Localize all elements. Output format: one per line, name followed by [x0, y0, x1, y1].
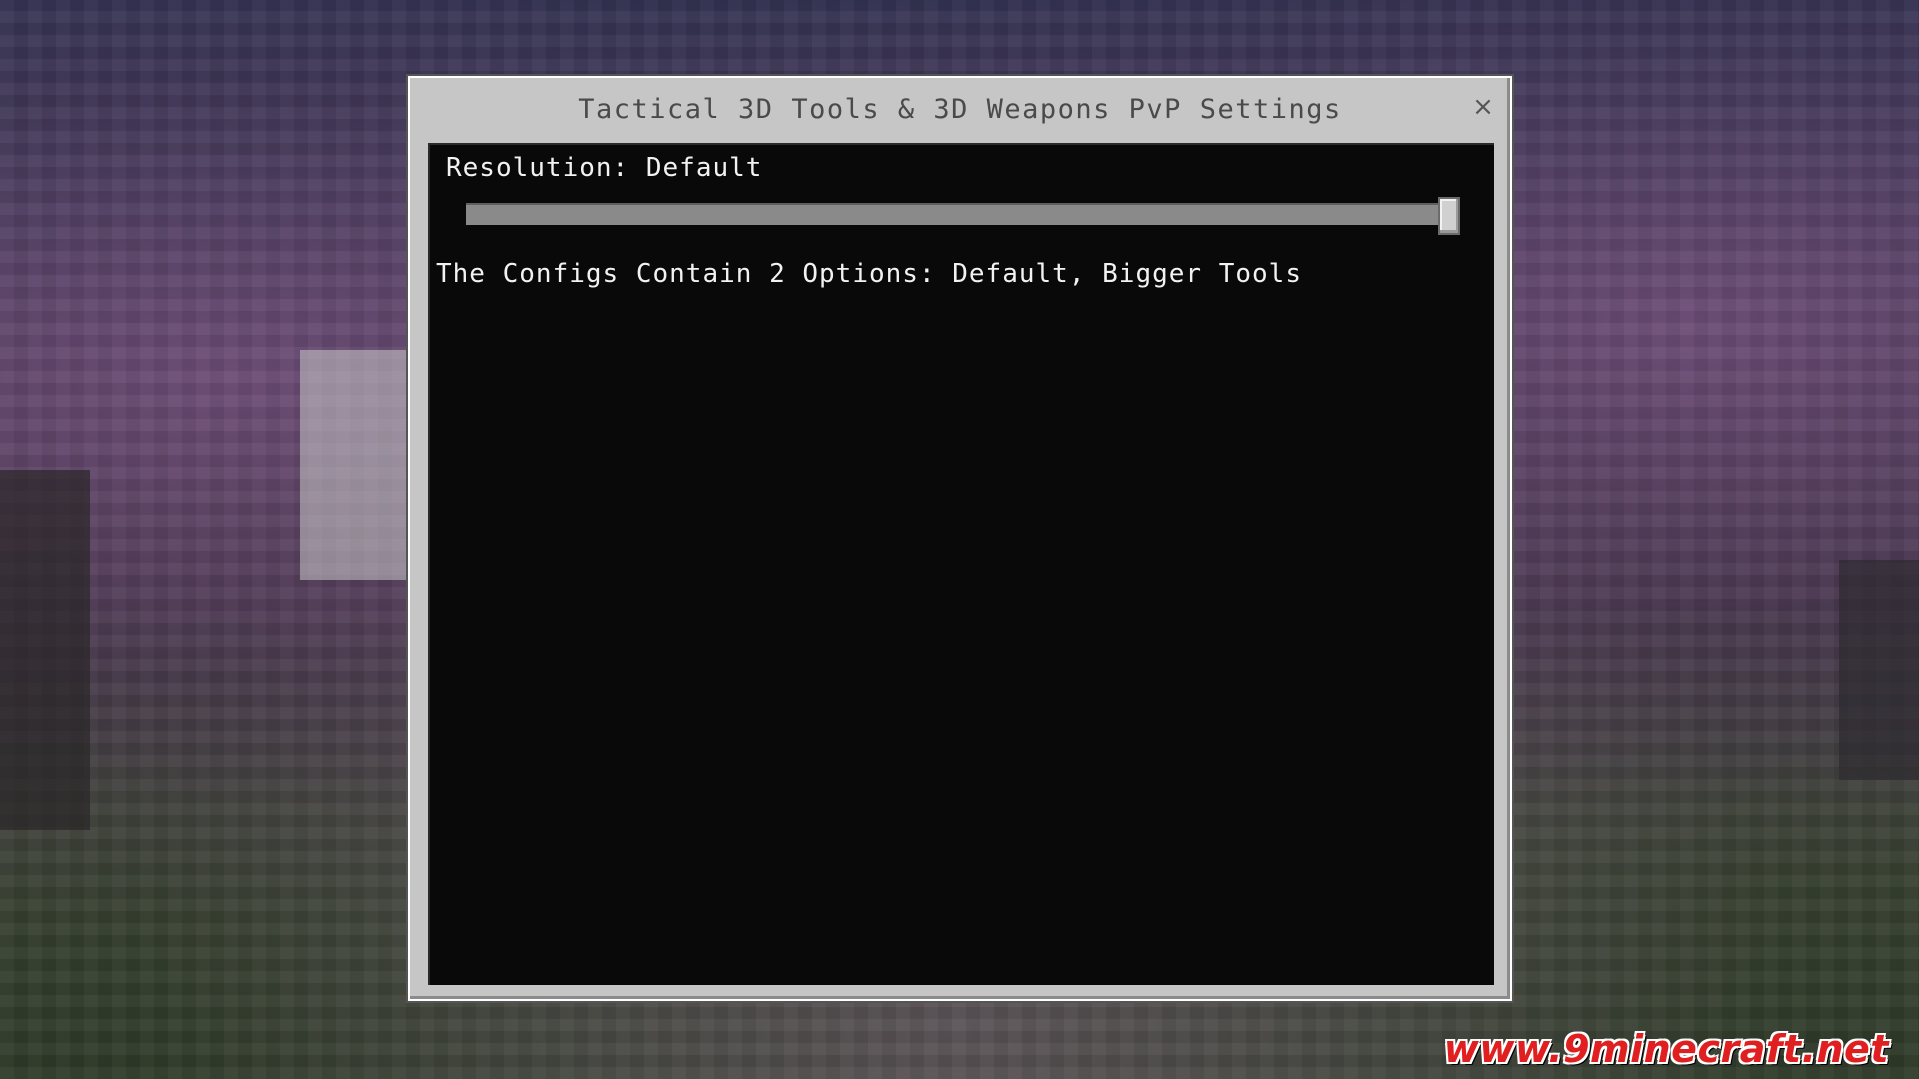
- slider-track[interactable]: [466, 203, 1446, 225]
- close-icon[interactable]: ×: [1470, 94, 1496, 120]
- options-info-text: The Configs Contain 2 Options: Default, …: [436, 259, 1302, 289]
- settings-dialog: Tactical 3D Tools & 3D Weapons PvP Setti…: [408, 76, 1512, 1001]
- background-tree-trunk-left: [0, 470, 90, 830]
- watermark-logo: www.9minecraft.net: [1443, 1027, 1889, 1071]
- settings-panel: ResolutionDefault The Configs Contain 2 …: [428, 143, 1494, 985]
- resolution-label-name: Resolution: [446, 153, 646, 183]
- background-tree-trunk-right: [1839, 560, 1919, 780]
- resolution-slider[interactable]: [466, 197, 1460, 235]
- dialog-titlebar: Tactical 3D Tools & 3D Weapons PvP Setti…: [410, 78, 1510, 140]
- slider-thumb[interactable]: [1438, 197, 1460, 235]
- dialog-title: Tactical 3D Tools & 3D Weapons PvP Setti…: [578, 93, 1342, 125]
- resolution-label-value: Default: [645, 153, 763, 183]
- background-stone: [300, 350, 420, 580]
- resolution-label: ResolutionDefault: [446, 153, 762, 183]
